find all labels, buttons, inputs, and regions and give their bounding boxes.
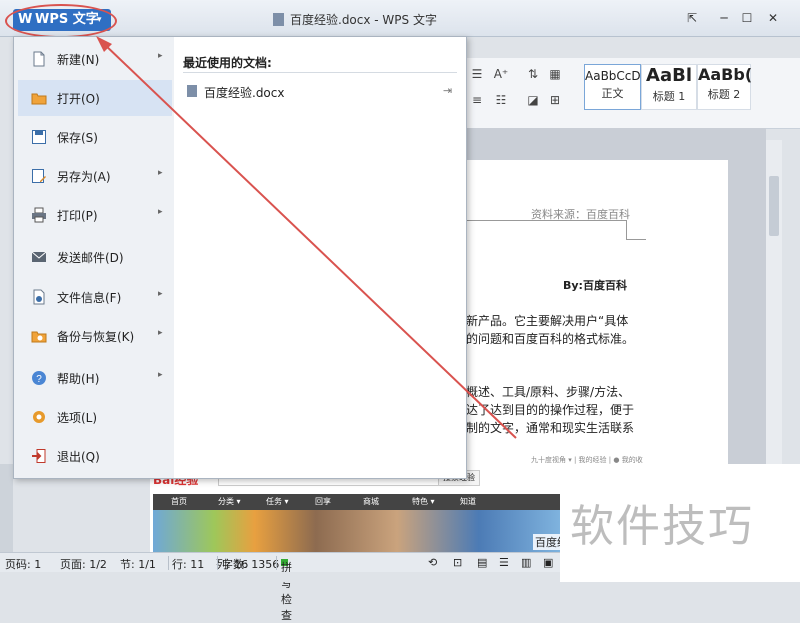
title-bar: W WPS 文字 ▾ 百度经验.docx - WPS 文字 ⇱ ─ ☐ ✕: [0, 0, 800, 38]
menu-item-send-mail[interactable]: 发送邮件(D): [18, 239, 172, 275]
style-heading-2[interactable]: AaBb( 标题 2: [697, 64, 752, 110]
line-spacing-icon[interactable]: ≡: [468, 92, 486, 108]
menu-item-new[interactable]: 新建(N) ▸: [18, 41, 172, 77]
paragraph-line: 达了达到目的的操作过程，便于: [466, 403, 635, 417]
paragraph-line: 概述、工具/原料、步骤/方法、: [466, 385, 631, 399]
menu-item-help[interactable]: ? 帮助(H) ▸: [18, 360, 172, 396]
scrollbar-thumb[interactable]: [769, 176, 779, 236]
reading-view-icon[interactable]: ▣: [543, 556, 553, 569]
wps-app-menu-button[interactable]: W WPS 文字 ▾: [13, 9, 111, 31]
margin-marker-h: [626, 239, 646, 240]
document-icon: [187, 85, 197, 97]
table-icon[interactable]: ▦: [546, 66, 564, 82]
left-pane-edge: [0, 464, 13, 552]
embedded-photo: [153, 510, 560, 552]
svg-text:?: ?: [36, 374, 42, 385]
exit-icon: [32, 449, 46, 463]
help-icon: ?: [32, 371, 46, 385]
sort-icon[interactable]: ⇅: [524, 66, 542, 82]
gear-icon: [33, 411, 45, 423]
style-heading-1[interactable]: AaBl 标题 1: [641, 64, 697, 110]
menu-item-file-info[interactable]: 文件信息(F) ▸: [18, 279, 172, 315]
recent-documents-title: 最近使用的文档:: [183, 56, 272, 70]
save-as-icon: [32, 169, 46, 183]
web-view-icon[interactable]: ▥: [521, 556, 531, 569]
paragraph-line: 制的文字，通常和现实生活联系: [466, 421, 635, 435]
border-icon[interactable]: ⊞: [546, 92, 564, 108]
status-page[interactable]: 页面: 1/2: [60, 556, 107, 572]
menu-item-open[interactable]: 打开(O): [18, 80, 172, 116]
submenu-arrow-icon: ▸: [158, 168, 163, 178]
indent-icon[interactable]: ☰: [468, 66, 486, 82]
menu-item-print[interactable]: 打印(P) ▸: [18, 197, 172, 233]
menu-item-backup-restore[interactable]: 备份与恢复(K) ▸: [18, 318, 172, 354]
page-view-icon[interactable]: ▤: [477, 556, 487, 569]
close-button[interactable]: ✕: [762, 10, 784, 26]
status-bar: 页码: 1 页面: 1/2 节: 1/1 行: 11 列: 16 字数: 135…: [0, 552, 560, 622]
embedded-nav-bar: 首页 分类 ▾ 任务 ▾ 回享 商城 特色 ▾ 知道: [153, 494, 560, 510]
list-icon[interactable]: ☷: [492, 92, 510, 108]
style-normal[interactable]: AaBbCcD 正文: [584, 64, 641, 110]
paragraph-line: 的问题和百度百科的格式标准。: [466, 332, 635, 346]
embedded-nav-item: 商城: [363, 497, 379, 506]
menu-item-options[interactable]: 选项(L): [18, 399, 172, 435]
font-size-up-icon[interactable]: A⁺: [492, 66, 510, 82]
submenu-arrow-icon: ▸: [158, 51, 163, 61]
recent-divider: [183, 72, 457, 73]
file-info-icon: [33, 289, 45, 305]
wps-app-label: WPS 文字: [35, 12, 99, 27]
wps-logo-icon: W: [18, 12, 33, 27]
embedded-nav-item: 回享: [315, 497, 331, 506]
fill-color-icon[interactable]: ◪: [524, 92, 542, 108]
vertical-scrollbar[interactable]: [766, 140, 782, 464]
taskbar-strip: [0, 572, 560, 582]
embedded-nav-item: 特色 ▾: [412, 497, 435, 506]
printer-icon: [32, 207, 46, 223]
pin-icon[interactable]: ⇥: [443, 84, 452, 97]
embedded-nav-item: 首页: [171, 497, 187, 506]
minimize-button[interactable]: ─: [713, 10, 735, 26]
outline-view-icon[interactable]: ☰: [499, 556, 509, 569]
embedded-nav-item: 任务 ▾: [266, 497, 289, 506]
chevron-down-icon: ▾: [97, 15, 102, 25]
backup-icon: [31, 331, 47, 343]
new-document-icon: [33, 51, 45, 67]
menu-item-save-as[interactable]: 另存为(A) ▸: [18, 158, 172, 194]
open-folder-icon: [31, 93, 47, 105]
fit-width-icon[interactable]: ⊡: [453, 556, 462, 569]
save-icon: [32, 130, 46, 144]
mail-icon: [31, 251, 47, 262]
submenu-arrow-icon: ▸: [158, 370, 163, 380]
maximize-button[interactable]: ☐: [736, 10, 758, 26]
byline: By:百度百科: [563, 279, 627, 292]
margin-marker: [626, 220, 627, 240]
header-rule: [466, 220, 626, 221]
watermark-text: 软件技巧: [570, 501, 754, 552]
status-section: 节: 1/1: [120, 558, 156, 571]
window-title: 百度经验.docx - WPS 文字: [273, 11, 437, 28]
restore-ribbon-icon[interactable]: ⇱: [681, 10, 703, 26]
status-word-count[interactable]: 字数: 1356: [222, 556, 279, 572]
submenu-arrow-icon: ▸: [158, 289, 163, 299]
recent-file-item[interactable]: 百度经验.docx ⇥: [185, 83, 455, 101]
status-page-number: 页码: 1: [5, 558, 42, 571]
file-menu: 新建(N) ▸ 打开(O) 保存(S) 另存为(A) ▸ 打印(P) ▸ 发送邮…: [13, 36, 467, 479]
submenu-arrow-icon: ▸: [158, 328, 163, 338]
status-row: 行: 11: [172, 558, 205, 571]
embedded-nav-item: 知道: [460, 497, 476, 506]
paragraph-line: 新产品。它主要解决用户“具体: [466, 314, 629, 328]
menu-item-exit[interactable]: 退出(Q): [18, 438, 172, 474]
document-icon: [273, 13, 284, 26]
embedded-nav-item: 分类 ▾: [218, 497, 241, 506]
history-icon[interactable]: ⟲: [428, 556, 437, 569]
submenu-arrow-icon: ▸: [158, 207, 163, 217]
menu-item-save[interactable]: 保存(S): [18, 119, 172, 155]
